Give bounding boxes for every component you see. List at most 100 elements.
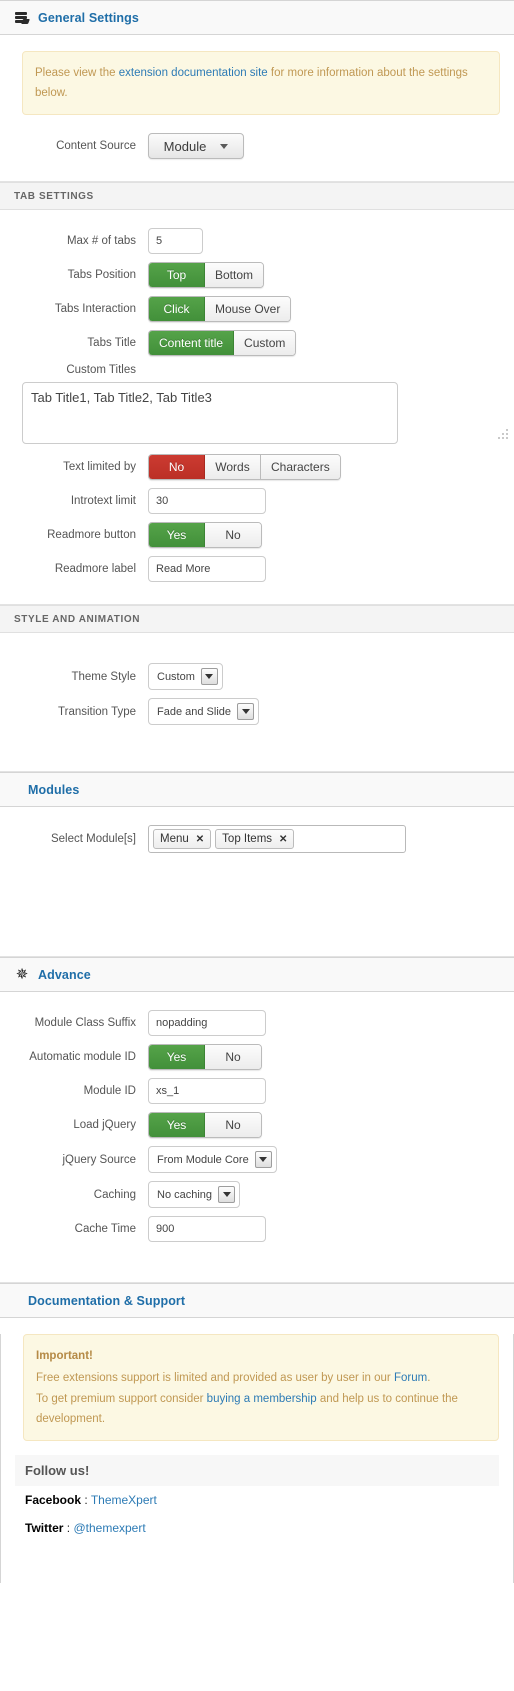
tabs-position-toggle[interactable]: Top Bottom [148, 262, 265, 289]
custom-titles-textarea[interactable]: Tab Title1, Tab Title2, Tab Title3 [22, 382, 398, 445]
label-module-class-suffix: Module Class Suffix [34, 1017, 136, 1030]
module-class-suffix-input[interactable] [148, 1010, 266, 1037]
caching-select[interactable]: No caching [148, 1181, 241, 1209]
cache-time-input[interactable] [148, 1216, 266, 1243]
automatic-module-id-option-yes[interactable]: Yes [149, 1045, 205, 1070]
label-introtext-limit: Introtext limit [70, 495, 136, 508]
row-jquery-source: jQuery Source From Module Core [0, 1142, 514, 1177]
subsection-title-tab-settings: TAB SETTINGS [14, 190, 94, 202]
row-module-id: Module ID [0, 1074, 514, 1108]
module-chip-menu[interactable]: Menu ✕ [153, 829, 212, 850]
advance-body: Module Class Suffix Automatic module ID … [0, 992, 514, 1284]
facebook-label: Facebook [25, 1492, 82, 1507]
row-text-limited-by: Text limited by No Words Characters [0, 450, 514, 484]
important-notice: Important! Free extensions support is li… [23, 1334, 499, 1441]
section-header-advance: ✵ Advance [0, 957, 514, 993]
twitter-separator: : [63, 1520, 74, 1535]
load-jquery-option-no[interactable]: No [205, 1113, 261, 1138]
readmore-button-option-no[interactable]: No [205, 523, 261, 548]
important-heading: Important! [36, 1350, 93, 1363]
stack-icon [14, 10, 30, 26]
custom-titles-field: Tab Title1, Tab Title2, Tab Title3 [22, 382, 514, 445]
theme-style-select[interactable]: Custom [148, 663, 223, 691]
label-theme-style: Theme Style [71, 670, 136, 683]
tabs-title-option-content-title[interactable]: Content title [149, 331, 235, 356]
tabs-interaction-option-mouse-over[interactable]: Mouse Over [205, 297, 291, 322]
documentation-notice: Please view the extension documentation … [22, 51, 500, 116]
tabs-interaction-toggle[interactable]: Click Mouse Over [148, 296, 292, 323]
row-readmore-label: Readmore label [0, 552, 514, 586]
row-caching: Caching No caching [0, 1177, 514, 1212]
gear-icon: ✵ [15, 965, 29, 983]
section-header-modules: Modules [0, 772, 514, 808]
readmore-label-input[interactable] [148, 556, 266, 583]
chevron-down-icon [218, 1186, 236, 1204]
section-title-general: General Settings [38, 10, 139, 25]
row-readmore-button: Readmore button Yes No [0, 518, 514, 552]
tabs-position-option-bottom[interactable]: Bottom [205, 263, 264, 288]
label-max-tabs: Max # of tabs [66, 235, 136, 248]
load-jquery-option-yes[interactable]: Yes [149, 1113, 205, 1138]
row-content-source: Content Source Module [0, 129, 514, 163]
label-tabs-interaction: Tabs Interaction [54, 303, 136, 316]
documentation-body: Important! Free extensions support is li… [0, 1334, 514, 1583]
twitter-row: Twitter : @themexpert [1, 1507, 513, 1535]
content-source-dropdown[interactable]: Module [148, 133, 244, 160]
automatic-module-id-option-no[interactable]: No [205, 1045, 261, 1070]
tabs-title-option-custom[interactable]: Custom [234, 331, 296, 356]
row-tabs-title: Tabs Title Content title Custom [0, 326, 514, 360]
section-title-modules: Modules [28, 782, 80, 797]
section-header-general-settings: General Settings [0, 0, 514, 35]
chevron-down-icon [200, 668, 218, 686]
jquery-source-value: From Module Core [157, 1153, 249, 1166]
row-load-jquery: Load jQuery Yes No [0, 1108, 514, 1142]
readmore-button-toggle[interactable]: Yes No [148, 522, 262, 549]
row-max-tabs: Max # of tabs [0, 224, 514, 258]
close-icon[interactable]: ✕ [279, 834, 287, 845]
subsection-header-style-animation: STYLE AND ANIMATION [0, 605, 514, 634]
tabs-position-option-top[interactable]: Top [149, 263, 205, 288]
chevron-down-icon [237, 703, 254, 721]
section-title-documentation: Documentation & Support [28, 1293, 186, 1308]
max-tabs-input[interactable] [148, 228, 203, 255]
automatic-module-id-toggle[interactable]: Yes No [148, 1044, 262, 1071]
label-caching: Caching [93, 1188, 136, 1201]
transition-type-select[interactable]: Fade and Slide [148, 698, 259, 726]
tabs-title-toggle[interactable]: Content title Custom [148, 330, 297, 357]
introtext-limit-input[interactable] [148, 488, 266, 515]
resize-grip-icon[interactable] [498, 429, 508, 440]
label-load-jquery: Load jQuery [73, 1119, 136, 1132]
text-limited-by-option-no[interactable]: No [149, 455, 205, 480]
facebook-separator: : [81, 1492, 91, 1507]
twitter-link[interactable]: @themexpert [73, 1521, 145, 1535]
label-tabs-position: Tabs Position [67, 269, 136, 282]
transition-type-value: Fade and Slide [157, 705, 231, 718]
label-readmore-button: Readmore button [47, 529, 136, 542]
forum-link[interactable]: Forum [394, 1372, 427, 1384]
select-modules-field[interactable]: Menu ✕ Top Items ✕ [148, 825, 406, 854]
text-limited-by-toggle[interactable]: No Words Characters [148, 454, 341, 481]
text-limited-by-option-words[interactable]: Words [205, 455, 261, 480]
facebook-row: Facebook : ThemeXpert [1, 1486, 513, 1507]
module-chip-top-items[interactable]: Top Items ✕ [215, 829, 295, 850]
jquery-source-select[interactable]: From Module Core [148, 1146, 277, 1174]
module-id-input[interactable] [148, 1078, 266, 1105]
facebook-link[interactable]: ThemeXpert [91, 1493, 157, 1507]
extension-documentation-link[interactable]: extension documentation site [119, 67, 268, 79]
tabs-interaction-option-click[interactable]: Click [149, 297, 205, 322]
close-icon[interactable]: ✕ [196, 834, 204, 845]
twitter-label: Twitter [25, 1520, 64, 1535]
readmore-button-option-yes[interactable]: Yes [149, 523, 205, 548]
chevron-down-icon [254, 1151, 272, 1169]
section-header-documentation: Documentation & Support [0, 1283, 514, 1319]
label-module-id: Module ID [83, 1085, 136, 1098]
buy-membership-link[interactable]: buying a membership [207, 1393, 317, 1405]
text-limited-by-option-characters[interactable]: Characters [261, 455, 340, 480]
label-select-modules: Select Module[s] [50, 833, 136, 846]
load-jquery-toggle[interactable]: Yes No [148, 1112, 262, 1139]
row-select-modules: Select Module[s] Menu ✕ Top Items ✕ [0, 821, 514, 857]
label-cache-time: Cache Time [74, 1223, 136, 1236]
subsection-header-tab-settings: TAB SETTINGS [0, 182, 514, 211]
support-line1-before: Free extensions support is limited and p… [36, 1372, 394, 1385]
support-line1-after: . [427, 1372, 431, 1385]
